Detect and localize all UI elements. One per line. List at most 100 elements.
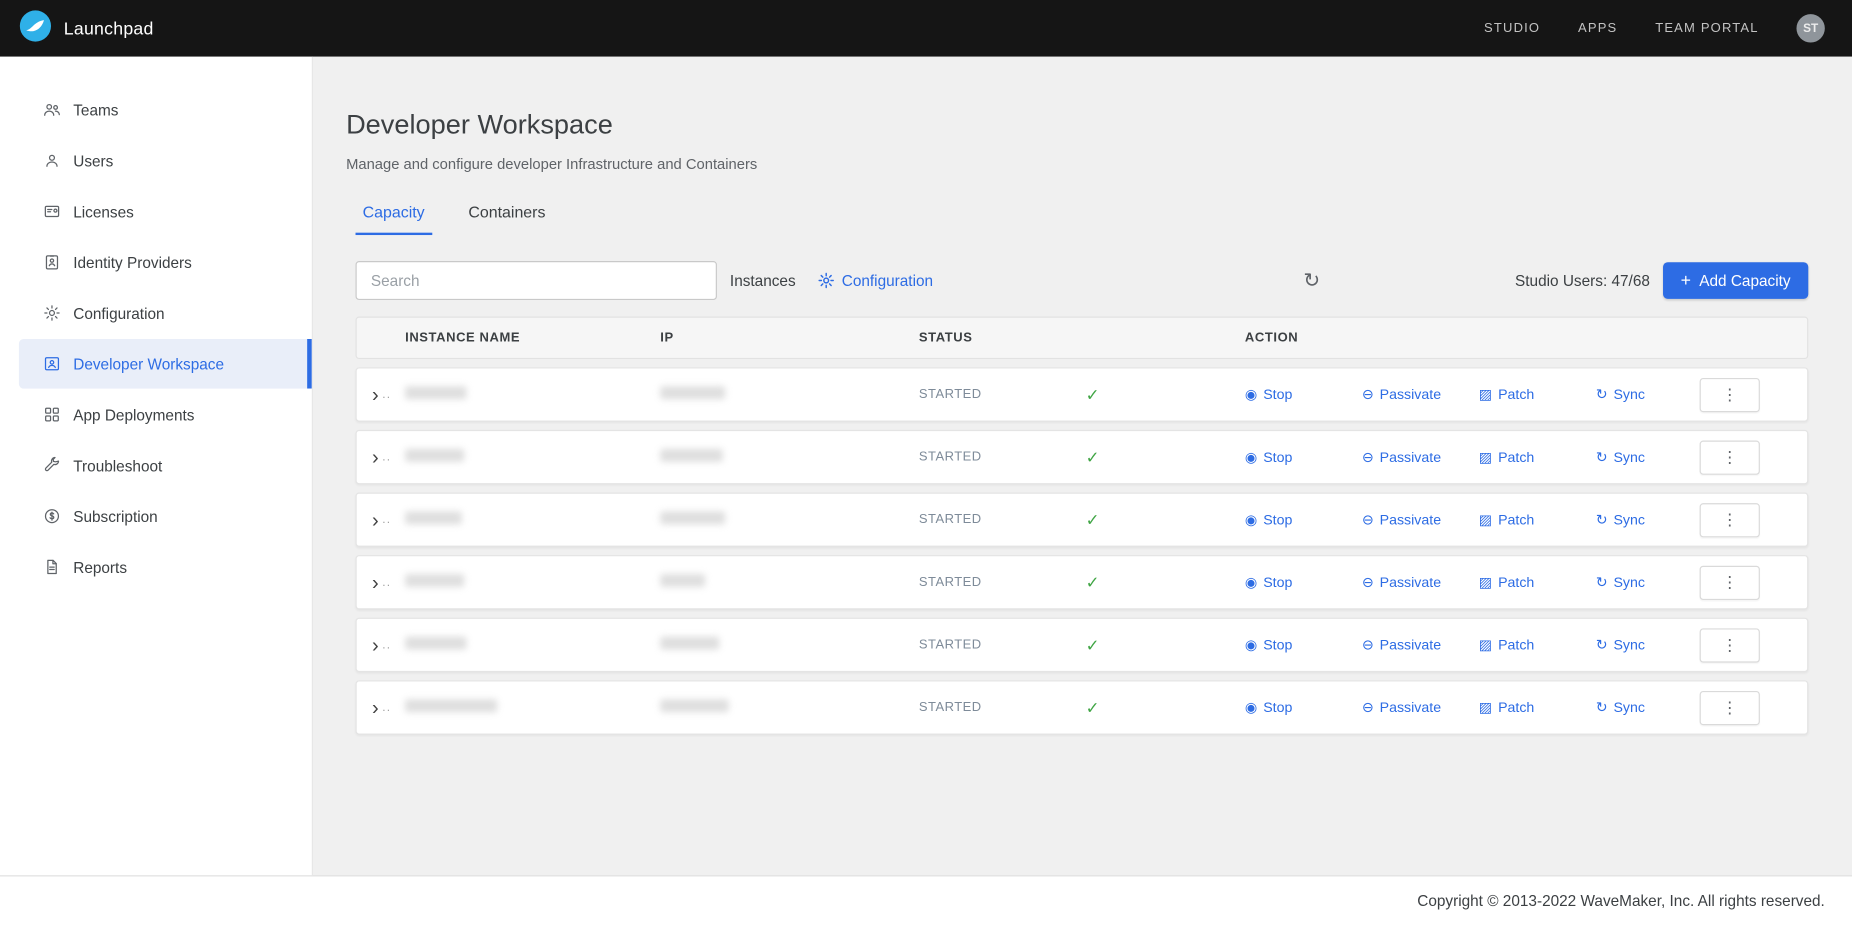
sync-action[interactable]: ↻Sync <box>1596 574 1645 591</box>
sidebar-item-subscription[interactable]: Subscription <box>19 491 312 541</box>
col-header-action: ACTION <box>1245 331 1807 345</box>
expand-chevron-icon[interactable]: › <box>372 447 379 467</box>
patch-icon: ▨ <box>1479 450 1492 464</box>
sidebar-item-developer-workspace[interactable]: Developer Workspace <box>19 339 312 389</box>
row-prefix: .. <box>382 513 391 526</box>
passivate-action[interactable]: ⊖Passivate <box>1362 386 1479 403</box>
sidebar-item-label: Subscription <box>73 507 158 525</box>
sync-icon: ↻ <box>1596 513 1608 527</box>
expand-chevron-icon[interactable]: › <box>372 697 379 717</box>
row-menu-button[interactable]: ⋮ <box>1700 565 1760 599</box>
table-row: ›.. STARTED✓ ◉Stop ⊖Passivate ▨Patch ↻Sy… <box>356 367 1809 421</box>
sync-icon: ↻ <box>1596 638 1608 652</box>
instance-name-redacted <box>405 511 462 524</box>
sync-action[interactable]: ↻Sync <box>1596 637 1645 654</box>
refresh-icon[interactable]: ↻ <box>1303 270 1320 290</box>
configuration-link-label: Configuration <box>842 272 933 290</box>
sidebar-item-configuration[interactable]: Configuration <box>19 288 312 338</box>
row-menu-button[interactable]: ⋮ <box>1700 440 1760 474</box>
apps-grid-icon <box>43 405 62 424</box>
stop-icon: ◉ <box>1245 513 1257 527</box>
add-capacity-button[interactable]: + Add Capacity <box>1663 262 1808 299</box>
sync-label: Sync <box>1613 511 1645 528</box>
sync-action[interactable]: ↻Sync <box>1596 386 1645 403</box>
sidebar-item-licenses[interactable]: Licenses <box>19 187 312 237</box>
table-row: ›.. STARTED✓ ◉Stop ⊖Passivate ▨Patch ↻Sy… <box>356 680 1809 734</box>
stop-action[interactable]: ◉ Stop <box>1245 386 1362 403</box>
patch-label: Patch <box>1498 449 1534 466</box>
stop-action[interactable]: ◉Stop <box>1245 574 1362 591</box>
row-menu-button[interactable]: ⋮ <box>1700 503 1760 537</box>
patch-action[interactable]: ▨ Patch <box>1479 574 1596 591</box>
sidebar-item-reports[interactable]: Reports <box>19 542 312 592</box>
patch-action[interactable]: ▨Patch <box>1479 637 1596 654</box>
user-avatar[interactable]: ST <box>1796 14 1824 42</box>
row-menu-button[interactable]: ⋮ <box>1700 628 1760 662</box>
status-text: STARTED <box>919 450 982 464</box>
sync-action[interactable]: ↻Sync <box>1596 699 1645 716</box>
configuration-link[interactable]: Configuration <box>817 272 933 290</box>
stop-label: Stop <box>1263 386 1292 403</box>
stop-action[interactable]: ◉Stop <box>1245 699 1362 716</box>
passivate-action[interactable]: ⊖Passivate <box>1362 511 1479 528</box>
patch-icon: ▨ <box>1479 575 1492 589</box>
sidebar-item-identity-providers[interactable]: Identity Providers <box>19 237 312 287</box>
status-text: STARTED <box>919 700 982 714</box>
sync-action[interactable]: ↻ Sync <box>1596 511 1645 528</box>
top-navbar: Launchpad STUDIO APPS TEAM PORTAL ST <box>0 0 1852 57</box>
patch-action[interactable]: ▨Patch <box>1479 699 1596 716</box>
search-input[interactable] <box>356 261 717 300</box>
passivate-action[interactable]: ⊖Passivate <box>1362 449 1479 466</box>
navbar-links: STUDIO APPS TEAM PORTAL ST <box>1484 14 1825 42</box>
sidebar-item-troubleshoot[interactable]: Troubleshoot <box>19 441 312 491</box>
wavemaker-logo-icon <box>19 9 52 48</box>
nav-link-apps[interactable]: APPS <box>1578 21 1617 35</box>
stop-label: Stop <box>1263 511 1292 528</box>
expand-chevron-icon[interactable]: › <box>372 384 379 404</box>
sidebar-item-teams[interactable]: Teams <box>19 85 312 135</box>
stop-action[interactable]: ◉Stop <box>1245 637 1362 654</box>
row-menu-button[interactable]: ⋮ <box>1700 377 1760 411</box>
nav-link-studio[interactable]: STUDIO <box>1484 21 1540 35</box>
passivate-action[interactable]: ⊖Passivate <box>1362 637 1479 654</box>
col-header-instance-name: INSTANCE NAME <box>405 331 660 345</box>
ip-redacted <box>660 574 705 587</box>
row-menu-button[interactable]: ⋮ <box>1700 690 1760 724</box>
patch-label: Patch <box>1498 574 1534 591</box>
stop-label: Stop <box>1263 699 1292 716</box>
col-header-ip: IP <box>660 331 919 345</box>
add-capacity-label: Add Capacity <box>1699 272 1790 290</box>
sidebar-item-label: Configuration <box>73 304 164 322</box>
kebab-icon: ⋮ <box>1721 510 1738 530</box>
nav-link-team-portal[interactable]: TEAM PORTAL <box>1655 21 1758 35</box>
expand-chevron-icon[interactable]: › <box>372 635 379 655</box>
stop-label: Stop <box>1263 574 1292 591</box>
sync-action[interactable]: ↻Sync <box>1596 449 1645 466</box>
expand-chevron-icon[interactable]: › <box>372 572 379 592</box>
sidebar-item-app-deployments[interactable]: App Deployments <box>19 390 312 440</box>
stop-action[interactable]: ◉ Stop <box>1245 511 1362 528</box>
stop-action[interactable]: ◉Stop <box>1245 449 1362 466</box>
developer-workspace-icon <box>43 354 62 373</box>
passivate-action[interactable]: ⊖Passivate <box>1362 574 1479 591</box>
patch-action[interactable]: ▨ Patch <box>1479 449 1596 466</box>
stop-icon: ◉ <box>1245 387 1257 401</box>
tab-capacity[interactable]: Capacity <box>356 203 432 235</box>
status-text: STARTED <box>919 638 982 652</box>
patch-label: Patch <box>1498 386 1534 403</box>
patch-action[interactable]: ▨Patch <box>1479 511 1596 528</box>
passivate-action[interactable]: ⊖Passivate <box>1362 699 1479 716</box>
page-subtitle: Manage and configure developer Infrastru… <box>346 156 1852 173</box>
sidebar-item-users[interactable]: Users <box>19 136 312 186</box>
tab-containers[interactable]: Containers <box>461 203 552 235</box>
row-prefix: .. <box>382 576 391 589</box>
page-title: Developer Workspace <box>346 109 1852 141</box>
expand-chevron-icon[interactable]: › <box>372 510 379 530</box>
gear-icon <box>817 272 835 290</box>
ip-redacted <box>660 637 719 650</box>
patch-action[interactable]: ▨Patch <box>1479 386 1596 403</box>
table-row: ›.. STARTED✓ ◉Stop ⊖Passivate ▨Patch ↻Sy… <box>356 430 1809 484</box>
sidebar-item-label: Users <box>73 152 113 170</box>
stop-icon: ◉ <box>1245 450 1257 464</box>
kebab-icon: ⋮ <box>1721 447 1738 467</box>
